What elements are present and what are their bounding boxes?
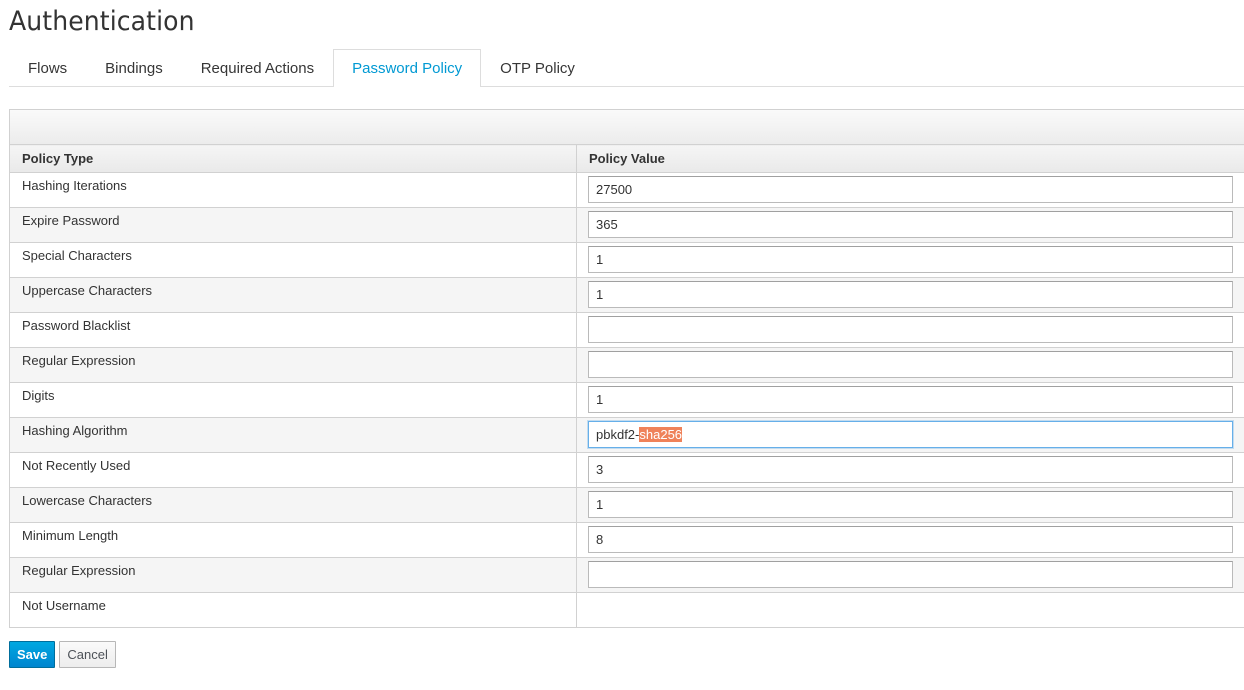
page-title: Authentication [9,6,195,37]
policy-value-input[interactable]: 1 [588,246,1233,273]
input-text: 8 [596,532,604,547]
table-row: Not Username [9,592,1244,628]
policy-value-cell [576,347,1244,383]
policy-value-cell: 1 [576,242,1244,278]
table-row: Hashing Iterations 27500 [9,172,1244,208]
input-text: 1 [596,287,604,302]
policy-value-input[interactable] [588,316,1233,343]
save-button[interactable]: Save [9,641,56,668]
input-text: 1 [596,497,604,512]
column-header-policy-type: Policy Type [9,144,577,173]
policy-value-input[interactable]: 8 [588,526,1233,553]
policy-value-cell: 27500 [576,172,1244,208]
policy-type-cell: Not Recently Used [9,452,577,488]
tab-required-actions[interactable]: Required Actions [182,49,333,87]
policy-value-input[interactable]: pbkdf2- sha256 [588,421,1233,448]
policy-type-cell: Regular Expression [9,347,577,383]
selected-text: sha256 [639,427,683,442]
form-actions: Save Cancel [9,641,116,668]
column-header-policy-value: Policy Value [576,144,1244,173]
policy-type-cell: Hashing Algorithm [9,417,577,453]
policy-type-cell: Uppercase Characters [9,277,577,313]
policy-value-input[interactable] [588,561,1233,588]
auth-tabs: Flows Bindings Required Actions Password… [9,49,1244,87]
input-text: 27500 [596,182,633,197]
table-header-row: Policy Type Policy Value [9,144,1244,173]
policy-value-input[interactable]: 1 [588,491,1233,518]
table-row: Expire Password 365 [9,207,1244,243]
policy-value-cell [576,592,1244,628]
policy-table: Policy Type Policy Value Hashing Iterati… [9,144,1244,628]
policy-value-cell [576,557,1244,593]
table-row: Regular Expression [9,557,1244,593]
table-row: Digits 1 [9,382,1244,418]
table-row: Minimum Length 8 [9,522,1244,558]
policy-type-cell: Expire Password [9,207,577,243]
table-row: Hashing Algorithm pbkdf2- sha256 [9,417,1244,453]
input-text: pbkdf2- [596,427,640,442]
table-row: Uppercase Characters 1 [9,277,1244,313]
cancel-button[interactable]: Cancel [59,641,116,668]
policy-type-cell: Not Username [9,592,577,628]
policy-rows: Hashing Iterations 27500 Expire Password 36… [9,172,1244,628]
policy-value-cell: 8 [576,522,1244,558]
policy-value-cell [576,312,1244,348]
policy-value-input[interactable]: 1 [588,386,1233,413]
password-policy-page: Authentication Flows Bindings Required A… [0,0,1244,690]
input-text: 3 [596,462,604,477]
tab-bindings[interactable]: Bindings [86,49,182,87]
table-row: Special Characters 1 [9,242,1244,278]
policy-value-input[interactable]: 1 [588,281,1233,308]
policy-value-input[interactable]: 27500 [588,176,1233,203]
policy-value-cell: 3 [576,452,1244,488]
policy-type-cell: Special Characters [9,242,577,278]
policy-value-cell: 1 [576,277,1244,313]
policy-value-input[interactable]: 365 [588,211,1233,238]
policy-value-cell: 1 [576,382,1244,418]
tab-password-policy[interactable]: Password Policy [333,49,482,87]
policy-type-cell: Regular Expression [9,557,577,593]
table-toolbar [9,109,1244,145]
input-text: 1 [596,392,604,407]
input-text: 365 [596,217,618,232]
table-row: Lowercase Characters 1 [9,487,1244,523]
policy-type-cell: Hashing Iterations [9,172,577,208]
tab-flows[interactable]: Flows [9,49,86,87]
table-row: Not Recently Used 3 [9,452,1244,488]
tab-otp-policy[interactable]: OTP Policy [481,49,594,87]
policy-type-cell: Minimum Length [9,522,577,558]
policy-type-cell: Password Blacklist [9,312,577,348]
policy-type-cell: Digits [9,382,577,418]
table-row: Password Blacklist [9,312,1244,348]
input-text: 1 [596,252,604,267]
policy-value-input[interactable] [588,351,1233,378]
policy-value-cell: 1 [576,487,1244,523]
policy-type-cell: Lowercase Characters [9,487,577,523]
policy-value-cell: 365 [576,207,1244,243]
policy-value-cell: pbkdf2- sha256 [576,417,1244,453]
table-row: Regular Expression [9,347,1244,383]
policy-value-input[interactable]: 3 [588,456,1233,483]
